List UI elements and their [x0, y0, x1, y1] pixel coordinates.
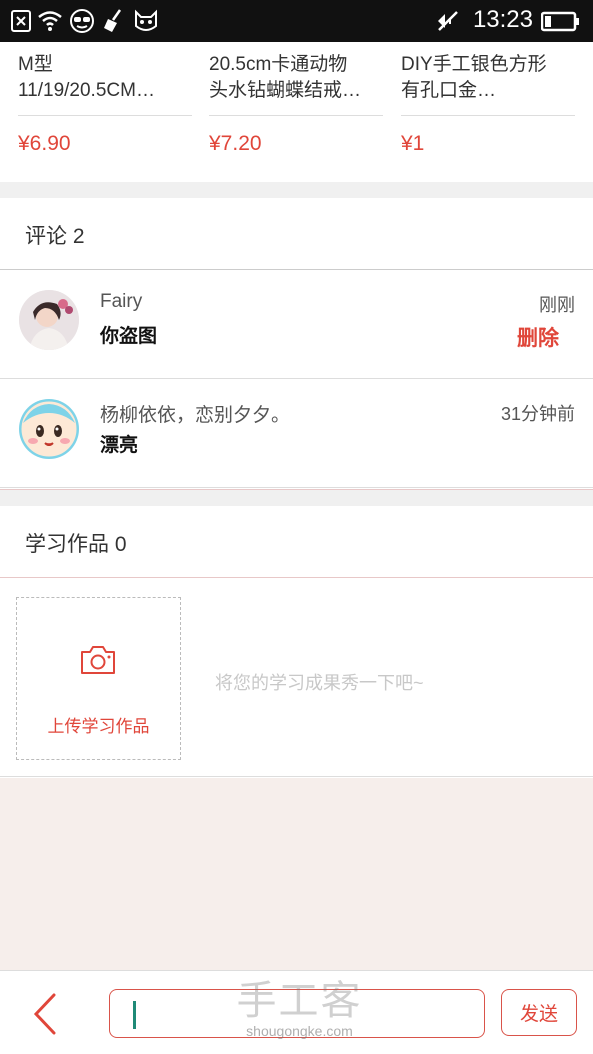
empty-area: [0, 778, 593, 970]
chevron-left-icon: [33, 993, 56, 1035]
product-card[interactable]: M型 11/19/20.5CM… ¥6.90: [18, 42, 192, 182]
face-app-icon: [70, 9, 94, 33]
text-caret: [133, 1001, 136, 1029]
upload-label: 上传学习作品: [47, 717, 150, 736]
vibrate-off-icon: [438, 11, 458, 31]
divider: [209, 115, 383, 116]
section-gap: [0, 182, 593, 198]
comment-text: 你盗图: [100, 326, 158, 347]
delete-comment-button[interactable]: 删除: [517, 322, 559, 352]
product-title: 20.5cm卡通动物 头水钻蝴蝶结戒…: [209, 54, 362, 101]
notification-close-icon: [11, 10, 31, 32]
works-title: 学习作品 0: [25, 533, 127, 556]
works-body: 上传学习作品 将您的学习成果秀一下吧~: [0, 579, 593, 777]
product-title: DIY手工银色方形 有孔口金…: [401, 54, 547, 101]
comment-author: 杨柳依依，恋别夕夕。: [100, 405, 291, 426]
comment-item: 杨柳依依，恋别夕夕。 漂亮 31分钟前: [0, 380, 593, 488]
bottom-bar: 手工客 shougongke.com 发送: [0, 970, 593, 1054]
product-price: ¥7.20: [209, 132, 262, 155]
product-card[interactable]: DIY手工银色方形 有孔口金… ¥1: [401, 42, 575, 182]
upload-hint: 将您的学习成果秀一下吧~: [215, 673, 424, 693]
avatar[interactable]: [19, 290, 79, 350]
cat-app-icon: [135, 9, 157, 31]
comment-input[interactable]: [109, 989, 485, 1038]
upload-work-button[interactable]: 上传学习作品: [16, 597, 181, 760]
product-price: ¥6.90: [18, 132, 71, 155]
avatar[interactable]: [19, 399, 79, 459]
comment-item: Fairy 你盗图 刚刚 删除: [0, 271, 593, 379]
back-button[interactable]: [28, 991, 64, 1037]
works-header: 学习作品 0: [0, 506, 593, 578]
product-price: ¥1: [401, 132, 425, 155]
battery-icon: [541, 11, 579, 32]
comment-text: 漂亮: [100, 435, 139, 456]
related-products: M型 11/19/20.5CM… ¥6.90 20.5cm卡通动物 头水钻蝴蝶结…: [0, 42, 593, 182]
comments-header: 评论 2: [0, 198, 593, 270]
comment-time: 31分钟前: [500, 404, 575, 424]
product-card[interactable]: 20.5cm卡通动物 头水钻蝴蝶结戒… ¥7.20: [209, 42, 383, 182]
comment-time: 刚刚: [539, 295, 575, 315]
divider: [401, 115, 575, 116]
divider: [18, 115, 192, 116]
send-button[interactable]: 发送: [501, 989, 577, 1036]
status-time: 13:23: [472, 6, 533, 33]
camera-icon: [81, 646, 115, 674]
status-bar: 13:23: [0, 0, 593, 42]
product-title: M型 11/19/20.5CM…: [18, 54, 155, 101]
section-gap: [0, 489, 593, 506]
comment-author: Fairy: [100, 291, 143, 312]
broom-icon: [104, 9, 122, 32]
wifi-icon: [38, 11, 62, 31]
comments-title: 评论 2: [25, 225, 85, 248]
